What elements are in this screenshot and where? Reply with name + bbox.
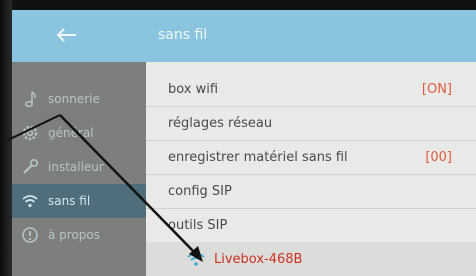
network-name: Livebox-468B — [214, 251, 303, 267]
device-screen: sans fil sonnerie général installeur san… — [12, 10, 476, 276]
network-item[interactable]: Livebox-468B — [146, 242, 476, 276]
row-label: config SIP — [168, 183, 232, 199]
device-bezel-left — [0, 0, 12, 276]
info-icon — [20, 225, 40, 245]
row-label: enregistrer matériel sans fil — [168, 149, 348, 165]
wifi-icon — [187, 252, 205, 266]
row-label: réglages réseau — [168, 115, 273, 131]
sidebar-item-label: à propos — [48, 228, 101, 242]
sidebar-item-installeur[interactable]: installeur — [12, 150, 146, 184]
row-label: box wifi — [168, 81, 219, 97]
count-value: [00] — [425, 149, 452, 165]
sidebar-item-label: installeur — [48, 160, 104, 174]
page-title: sans fil — [158, 27, 208, 43]
sidebar: sonnerie général installeur sans fil à p… — [12, 62, 146, 276]
wifi-icon — [20, 191, 40, 211]
sidebar-item-label: général — [48, 126, 94, 140]
device-bezel-top — [0, 0, 476, 10]
sidebar-item-sans-fil[interactable]: sans fil — [12, 184, 146, 218]
settings-list: box wifi [ON] réglages réseau enregistre… — [146, 62, 476, 276]
sidebar-item-sonnerie[interactable]: sonnerie — [12, 82, 146, 116]
wrench-icon — [20, 157, 40, 177]
header-bar: sans fil — [12, 10, 476, 62]
row-label: outils SIP — [168, 217, 228, 233]
music-note-icon — [20, 89, 40, 109]
status-value: [ON] — [421, 81, 452, 97]
row-enregistrer-materiel[interactable]: enregistrer matériel sans fil [00] — [146, 140, 476, 175]
sidebar-item-label: sans fil — [48, 194, 91, 208]
row-reglages-reseau[interactable]: réglages réseau — [146, 106, 476, 141]
back-arrow-icon[interactable] — [52, 20, 82, 50]
row-config-sip[interactable]: config SIP — [146, 174, 476, 209]
sidebar-item-a-propos[interactable]: à propos — [12, 218, 146, 252]
row-outils-sip[interactable]: outils SIP — [146, 208, 476, 243]
row-box-wifi[interactable]: box wifi [ON] — [146, 72, 476, 107]
sidebar-item-label: sonnerie — [48, 92, 100, 106]
gear-icon — [20, 123, 40, 143]
sidebar-item-general[interactable]: général — [12, 116, 146, 150]
